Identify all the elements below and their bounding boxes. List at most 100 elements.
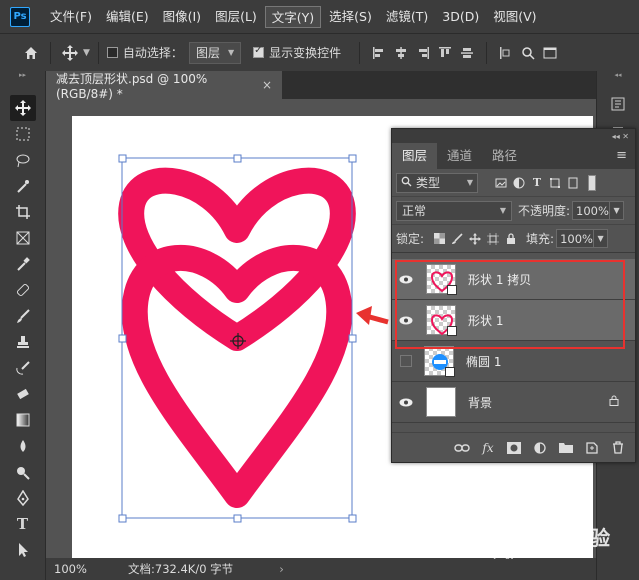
quick-select-tool-icon[interactable] — [10, 173, 36, 199]
path-selection-tool-icon[interactable] — [10, 537, 36, 563]
home-icon[interactable] — [20, 42, 42, 64]
layer-filter-dropdown[interactable]: 类型 ▼ — [396, 172, 478, 193]
frame-tool-icon[interactable] — [10, 225, 36, 251]
type-tool-icon[interactable]: T — [10, 511, 36, 537]
tools-panel: ▸▸ T — [0, 71, 46, 580]
delete-layer-icon[interactable] — [609, 439, 627, 457]
auto-select-checkbox[interactable] — [106, 47, 118, 58]
move-tool-icon[interactable] — [9, 95, 36, 121]
panel-menu-icon[interactable]: ≡ — [616, 143, 627, 169]
visibility-toggle[interactable] — [400, 355, 412, 367]
adjustment-layer-icon[interactable] — [531, 439, 549, 457]
zoom-level[interactable]: 100% — [46, 562, 87, 576]
layer-row-shape-1[interactable]: 形状 1 — [392, 300, 635, 341]
fill-dropdown[interactable]: ▼ — [594, 229, 609, 248]
visibility-eye-icon[interactable] — [392, 316, 420, 325]
auto-select-label: 自动选择： — [122, 46, 183, 60]
layer-filter-value: 类型 — [416, 176, 441, 190]
add-mask-icon[interactable] — [505, 439, 523, 457]
visibility-eye-icon[interactable] — [392, 398, 420, 407]
distribute-icon[interactable] — [495, 42, 517, 64]
eyedropper-tool-icon[interactable] — [10, 251, 36, 277]
layer-row-shape-1-copy[interactable]: 形状 1 拷贝 — [392, 259, 635, 300]
close-icon[interactable]: × — [262, 78, 272, 92]
align-center-icon[interactable] — [390, 42, 412, 64]
pen-tool-icon[interactable] — [10, 485, 36, 511]
menu-view[interactable]: 视图(V) — [487, 6, 542, 28]
photoshop-logo: Ps — [10, 6, 30, 27]
filter-type-icon[interactable]: T — [528, 174, 546, 192]
tab-channels[interactable]: 通道 — [437, 143, 482, 169]
show-transform-label: 显示变换控件 — [269, 46, 342, 60]
menu-edit[interactable]: 编辑(E) — [100, 6, 155, 28]
filter-shape-icon[interactable] — [546, 174, 564, 192]
clone-stamp-tool-icon[interactable] — [10, 329, 36, 355]
collapse-icon[interactable]: ◂◂ — [597, 71, 639, 81]
lock-all-icon[interactable] — [502, 230, 520, 248]
menu-select[interactable]: 选择(S) — [323, 6, 378, 28]
healing-brush-tool-icon[interactable] — [10, 277, 36, 303]
gradient-tool-icon[interactable] — [10, 407, 36, 433]
menu-file[interactable]: 文件(F) — [44, 6, 98, 28]
options-bar: ▼ 自动选择： 图层 ▼ 显示变换控件 — [0, 33, 639, 71]
menu-layer[interactable]: 图层(L) — [209, 6, 263, 28]
align-middle-icon[interactable] — [456, 42, 478, 64]
lock-icon — [609, 395, 619, 409]
blend-mode-value: 正常 — [402, 204, 427, 218]
visibility-eye-icon[interactable] — [392, 275, 420, 284]
filter-smart-object-icon[interactable] — [564, 174, 582, 192]
lock-image-icon[interactable] — [448, 230, 466, 248]
align-left-icon[interactable] — [368, 42, 390, 64]
fx-icon[interactable]: fx — [479, 439, 497, 457]
show-transform-checkbox[interactable] — [253, 45, 265, 58]
history-panel-icon[interactable] — [607, 93, 629, 115]
menu-image[interactable]: 图像(I) — [157, 6, 207, 28]
dodge-tool-icon[interactable] — [10, 459, 36, 485]
status-menu-arrow[interactable]: › — [279, 562, 284, 576]
menu-filter[interactable]: 滤镜(T) — [380, 6, 434, 28]
tab-layers[interactable]: 图层 — [392, 143, 438, 169]
new-group-icon[interactable] — [557, 439, 575, 457]
fill-label: 填充: — [526, 232, 555, 246]
panel-tabs: 图层 通道 路径 ≡ — [392, 143, 635, 169]
align-right-icon[interactable] — [412, 42, 434, 64]
tab-paths[interactable]: 路径 — [482, 143, 527, 169]
workspace-icon[interactable] — [539, 42, 561, 64]
filter-adjustment-icon[interactable] — [510, 174, 528, 192]
chevron-down-icon: ▼ — [227, 48, 235, 57]
layer-row-ellipse-1[interactable]: 椭圆 1 — [392, 341, 635, 382]
menu-3d[interactable]: 3D(D) — [436, 6, 485, 28]
align-top-icon[interactable] — [434, 42, 456, 64]
marquee-tool-icon[interactable] — [10, 121, 36, 147]
filter-toggle[interactable] — [588, 174, 596, 191]
fill-field[interactable]: 100% — [556, 229, 595, 248]
panel-collapse-bar[interactable]: ◂◂ ✕ — [392, 129, 635, 143]
move-tool-icon[interactable] — [59, 42, 81, 64]
document-tab[interactable]: 减去顶层形状.psd @ 100%(RGB/8#) * × — [46, 71, 282, 101]
collapse-icon[interactable]: ▸▸ — [0, 71, 45, 81]
layer-thumbnail — [426, 264, 457, 295]
auto-select-target-dropdown[interactable]: 图层 ▼ — [188, 41, 242, 64]
opacity-field[interactable]: 100% — [572, 201, 611, 220]
eraser-tool-icon[interactable] — [10, 381, 36, 407]
history-brush-tool-icon[interactable] — [10, 355, 36, 381]
lock-transparency-icon[interactable] — [430, 230, 448, 248]
document-title: 减去顶层形状.psd @ 100%(RGB/8#) * — [56, 71, 208, 101]
chevron-down-icon[interactable]: ▼ — [83, 48, 90, 58]
collapse-icon[interactable]: ◂◂ ✕ — [612, 132, 629, 141]
link-layers-icon[interactable] — [453, 439, 471, 457]
opacity-dropdown[interactable]: ▼ — [610, 201, 625, 220]
menu-type[interactable]: 文字(Y) — [264, 5, 322, 28]
search-icon[interactable] — [517, 42, 539, 64]
blur-tool-icon[interactable] — [10, 433, 36, 459]
layer-row-background[interactable]: 背景 — [392, 382, 635, 423]
lock-position-icon[interactable] — [466, 230, 484, 248]
crop-tool-icon[interactable] — [10, 199, 36, 225]
lasso-tool-icon[interactable] — [10, 147, 36, 173]
new-layer-icon[interactable] — [583, 439, 601, 457]
chevron-down-icon: ▼ — [466, 178, 473, 187]
brush-tool-icon[interactable] — [10, 303, 36, 329]
lock-artboard-icon[interactable] — [484, 230, 502, 248]
blend-mode-dropdown[interactable]: 正常 ▼ — [396, 200, 512, 221]
filter-pixel-icon[interactable] — [492, 174, 510, 192]
